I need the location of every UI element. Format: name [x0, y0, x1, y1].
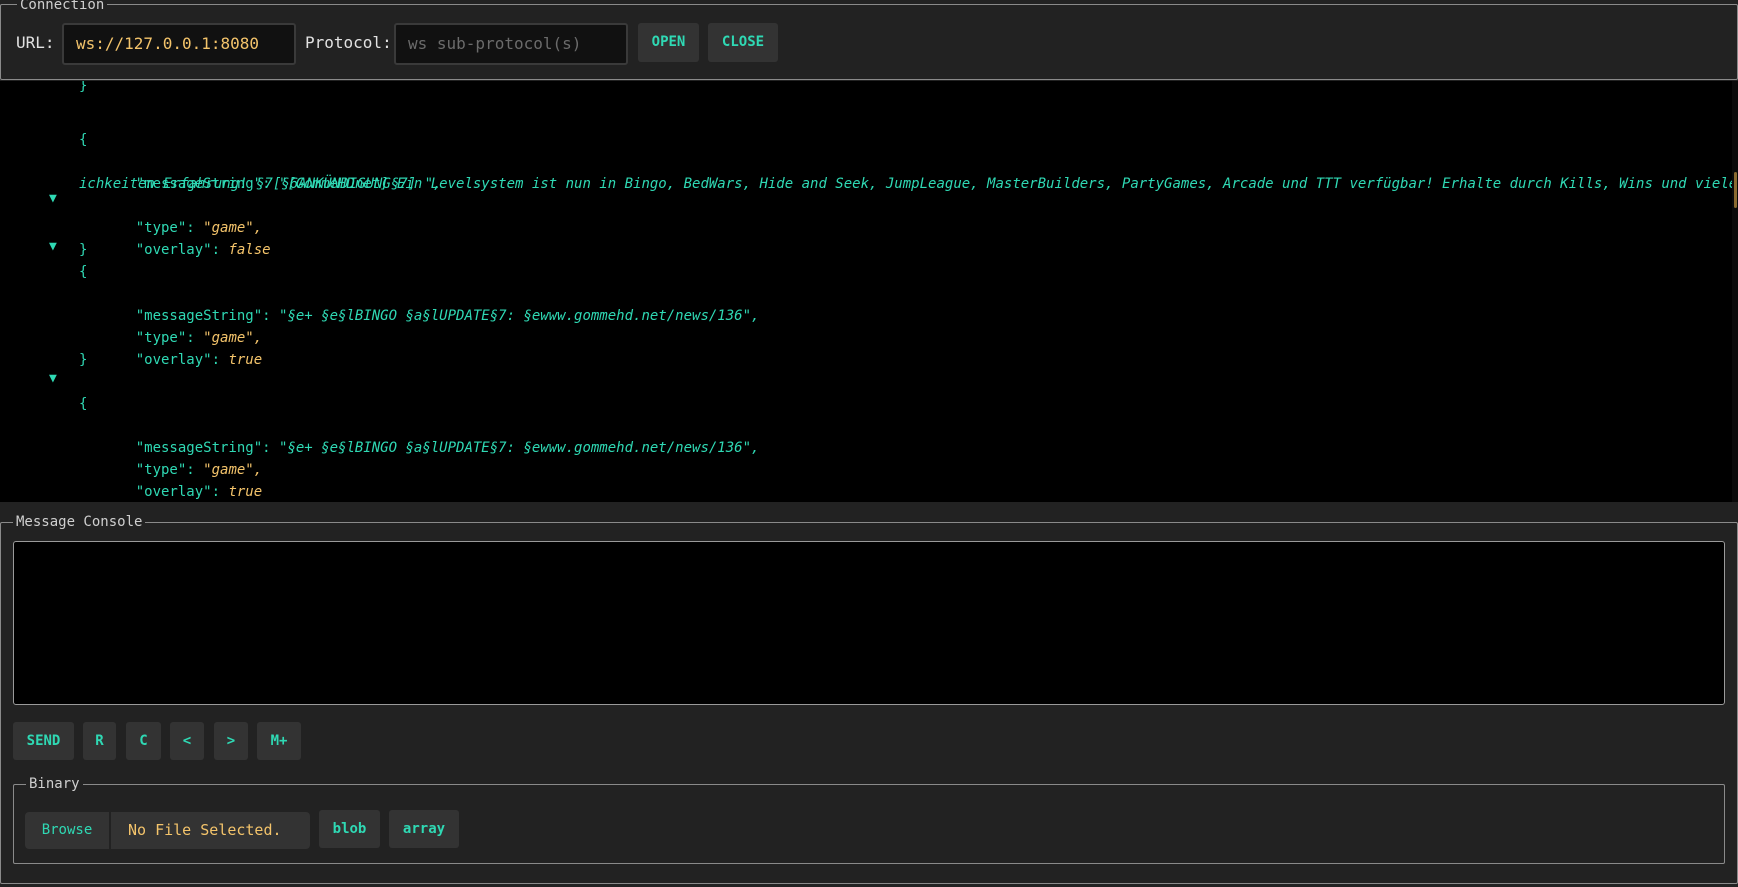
memory-add-button[interactable]: M+: [257, 722, 301, 760]
collapse-toggle-icon[interactable]: ▼: [49, 192, 57, 206]
message-input[interactable]: [13, 541, 1725, 705]
collapse-toggle-icon[interactable]: ▼: [49, 372, 57, 386]
c-button[interactable]: C: [126, 722, 161, 760]
url-label: URL:: [16, 33, 55, 52]
connection-legend: Connection: [17, 0, 108, 12]
json-key: "overlay":: [135, 484, 229, 500]
binary-legend: Binary: [26, 777, 83, 791]
json-brace-open: {: [79, 132, 88, 148]
json-bool-value: true: [228, 484, 263, 500]
message-console-legend: Message Console: [13, 515, 146, 529]
json-string-value: "§e+ §e§lBINGO §a§lUPDATE§7: §ewww.gomme…: [279, 308, 760, 324]
browse-button[interactable]: Browse: [25, 812, 111, 849]
json-brace-close: }: [79, 242, 88, 258]
next-message-button[interactable]: >: [214, 722, 248, 760]
close-button[interactable]: CLOSE: [708, 23, 778, 62]
open-button[interactable]: OPEN: [638, 23, 699, 62]
send-button[interactable]: SEND: [13, 722, 74, 760]
r-button[interactable]: R: [83, 722, 116, 760]
collapse-toggle-icon[interactable]: ▼: [49, 240, 57, 254]
json-entry-overlay: "overlay": true: [102, 459, 262, 502]
url-input[interactable]: ws://127.0.0.1:8080: [62, 23, 296, 65]
json-bool-value: false: [228, 242, 271, 258]
file-picker[interactable]: Browse No File Selected.: [25, 812, 310, 849]
json-brace-open: {: [79, 264, 88, 280]
json-key: "overlay":: [135, 352, 229, 368]
protocol-input[interactable]: ws sub-protocol(s): [394, 23, 628, 65]
log-scrollbar[interactable]: [1732, 81, 1738, 502]
file-status: No File Selected.: [128, 821, 282, 839]
json-brace-close: }: [79, 81, 88, 94]
protocol-label: Protocol:: [305, 33, 392, 52]
json-string-value: "[GommeHDnet] Ein Levelsystem ist nun in…: [279, 176, 1738, 192]
json-key: "overlay":: [135, 242, 229, 258]
blob-button[interactable]: blob: [319, 810, 380, 848]
json-brace-open: {: [79, 396, 88, 412]
json-entry-overlay: "overlay": false: [102, 217, 271, 283]
previous-message-button[interactable]: <: [170, 722, 204, 760]
json-bool-value: true: [228, 352, 263, 368]
json-brace-close: }: [79, 352, 88, 368]
log-scrollbar-thumb[interactable]: [1734, 172, 1737, 208]
json-string-value: "§e+ §e§lBINGO §a§lUPDATE§7: §ewww.gomme…: [279, 440, 760, 456]
array-button[interactable]: array: [389, 810, 459, 848]
json-string-continuation: ichkeiten Erfahrung! §7[§6ANKÜNDIGUNG§7]…: [79, 176, 442, 192]
message-log[interactable]: } ▼ { "messageString": "[GommeHDnet] Ein…: [0, 81, 1738, 502]
json-entry-overlay: "overlay": true: [102, 327, 262, 393]
